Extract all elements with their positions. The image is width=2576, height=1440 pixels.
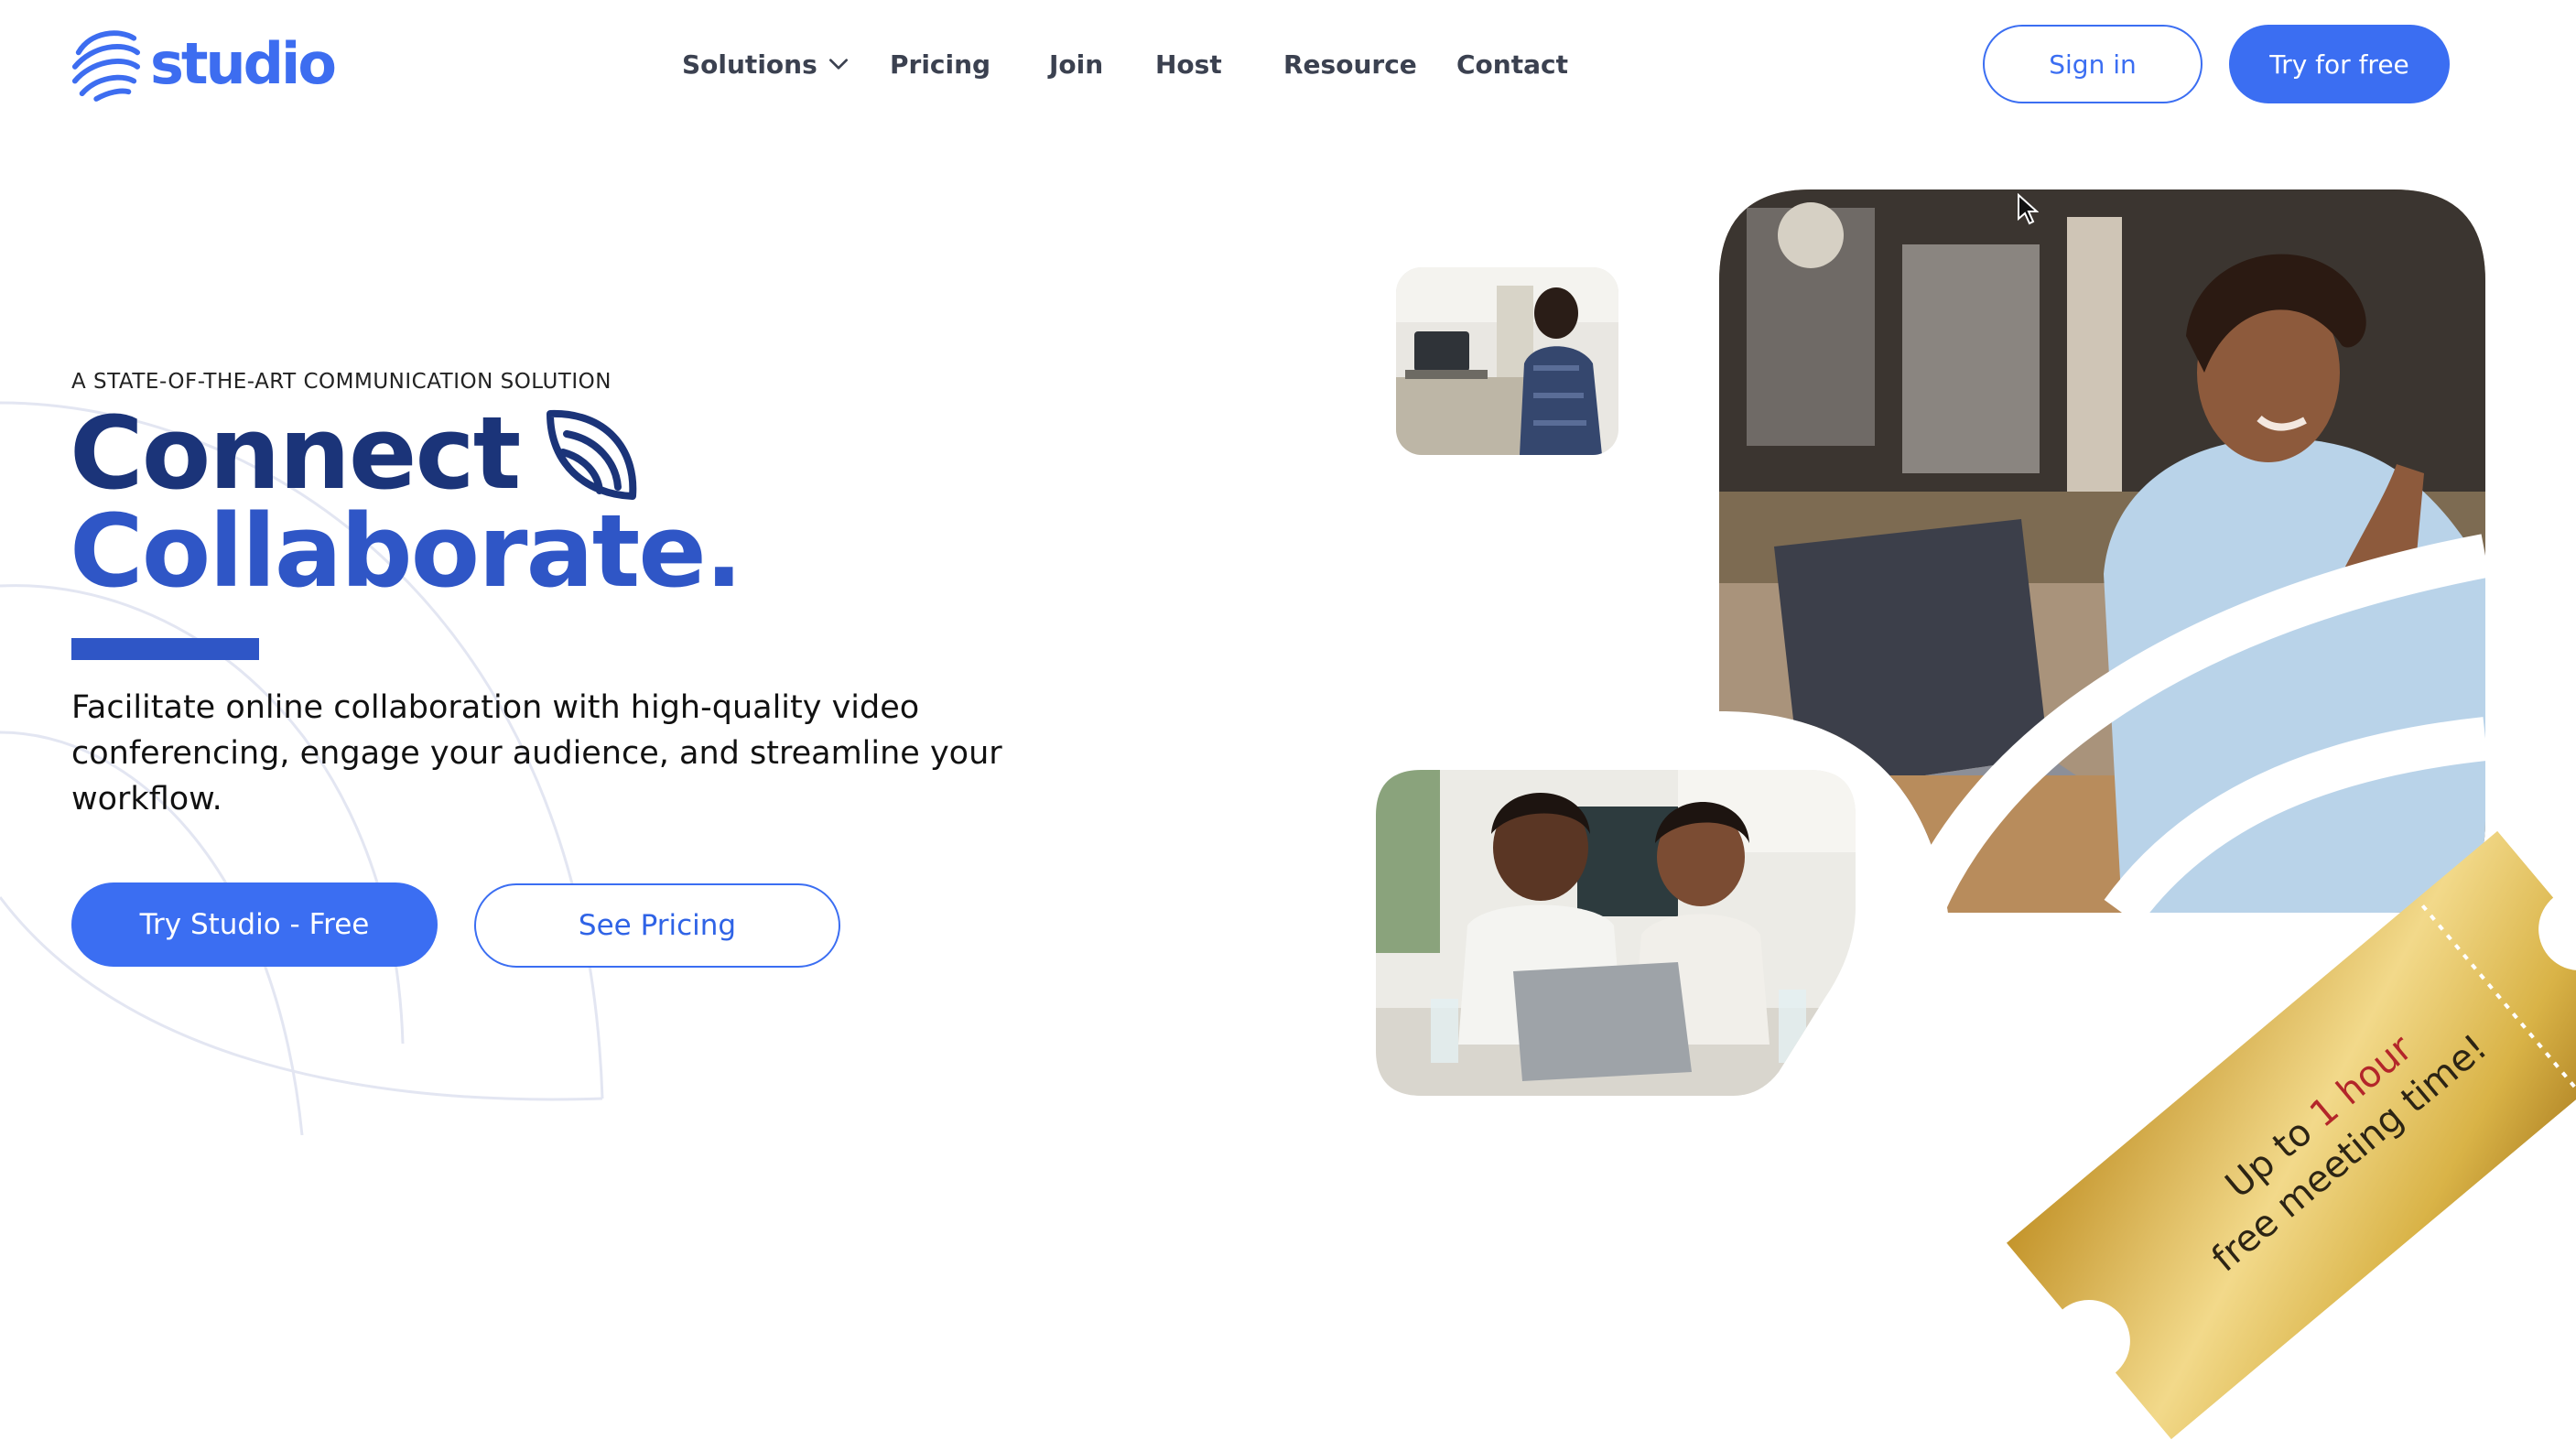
signal-leaf-icon (547, 409, 637, 500)
see-pricing-button[interactable]: See Pricing (474, 883, 840, 968)
nav-pricing[interactable]: Pricing (890, 40, 990, 88)
headline-connect: Connect (70, 395, 521, 512)
nav-resource[interactable]: Resource (1283, 40, 1417, 88)
nav-host[interactable]: Host (1155, 40, 1222, 88)
ticket-text: Up to 1 hour free meeting time! (2007, 831, 2576, 1439)
headline-collaborate: Collaborate. (70, 493, 743, 610)
try-for-free-button[interactable]: Try for free (2229, 25, 2450, 103)
brand-name: studio (150, 29, 337, 97)
accent-bar (71, 638, 259, 660)
nav-contact[interactable]: Contact (1456, 40, 1568, 88)
globe-logo-icon (71, 30, 141, 102)
hero-description: Facilitate online collaboration with hig… (71, 689, 1002, 817)
chevron-down-icon (828, 59, 848, 70)
hero-headline: Connect Collaborate. (70, 403, 743, 610)
sign-in-button[interactable]: Sign in (1983, 25, 2203, 103)
headline-line1: Connect (70, 403, 741, 503)
nav-join[interactable]: Join (1049, 40, 1103, 88)
try-studio-free-button[interactable]: Try Studio - Free (71, 882, 438, 967)
free-meeting-ticket: Up to 1 hour free meeting time! (2006, 830, 2576, 1440)
hero-eyebrow: A STATE-OF-THE-ART COMMUNICATION SOLUTIO… (71, 370, 612, 394)
site-header: studio Solutions Pricing Join Host Resou… (0, 0, 2576, 128)
photo-man-at-desk (1396, 267, 1618, 455)
nav-solutions-label: Solutions (682, 49, 817, 80)
nav-solutions[interactable]: Solutions (682, 40, 850, 88)
photo-two-men-laptop (1376, 770, 1856, 1096)
studio-logo[interactable]: studio (70, 24, 337, 103)
